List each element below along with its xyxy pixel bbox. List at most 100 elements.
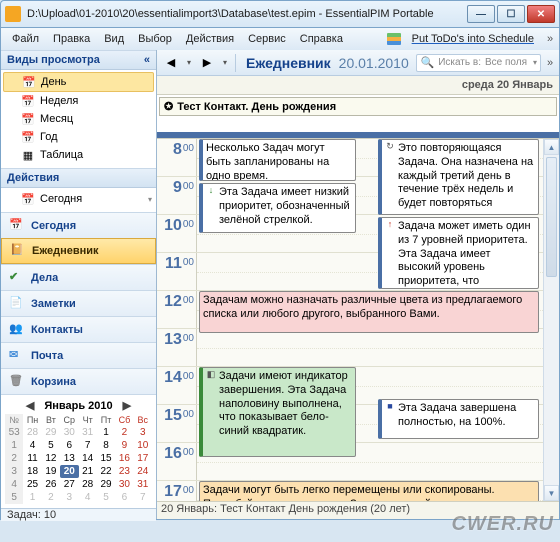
view-item-4[interactable]: ▦Таблица <box>1 146 156 164</box>
nav-fwd-drop[interactable]: ▾ <box>221 53 229 73</box>
view-item-1[interactable]: 📅Неделя <box>1 92 156 110</box>
vertical-scrollbar[interactable]: ▲ ▼ <box>543 139 559 501</box>
nav-back-drop[interactable]: ▾ <box>185 53 193 73</box>
cal-day[interactable]: 29 <box>42 426 60 439</box>
appointment[interactable]: ↓Эта Задача имеет низкий приоритет, обоз… <box>199 183 356 233</box>
cal-day[interactable]: 1 <box>97 426 115 439</box>
search-input[interactable] <box>485 57 529 68</box>
cal-day[interactable]: 11 <box>23 452 41 465</box>
appointment[interactable]: ■Эта Задача завершена полностью, на 100%… <box>378 399 539 439</box>
cal-day[interactable]: 26 <box>42 478 60 491</box>
cal-day[interactable]: 6 <box>60 439 78 452</box>
cal-day[interactable]: 5 <box>97 491 115 504</box>
cal-day[interactable]: 7 <box>134 491 152 504</box>
cal-day[interactable]: 1 <box>23 491 41 504</box>
cal-day[interactable]: 28 <box>23 426 41 439</box>
time-grid[interactable]: 8009001000110012001300140015001600170018… <box>157 139 559 501</box>
cal-day[interactable]: 23 <box>115 465 133 478</box>
content-footer: 20 Январь: Тест Контакт День рождения (2… <box>157 501 559 519</box>
cal-day[interactable]: 7 <box>79 439 97 452</box>
menu-edit[interactable]: Правка <box>46 30 97 48</box>
cal-day[interactable]: 18 <box>23 465 41 478</box>
dropdown-icon[interactable]: ▾ <box>533 58 537 67</box>
cal-day[interactable]: 19 <box>42 465 60 478</box>
cal-day[interactable]: 12 <box>42 452 60 465</box>
cal-day[interactable]: 14 <box>79 452 97 465</box>
nav-Ежедневник[interactable]: 📔Ежедневник <box>1 238 156 264</box>
scroll-track[interactable] <box>544 155 559 485</box>
scroll-down-button[interactable]: ▼ <box>544 485 559 501</box>
cal-day[interactable]: 5 <box>42 439 60 452</box>
cal-day[interactable]: 8 <box>97 439 115 452</box>
maximize-button[interactable]: ☐ <box>497 5 525 23</box>
cal-day[interactable]: 10 <box>134 439 152 452</box>
cal-next-button[interactable]: ▶ <box>119 399 135 412</box>
cal-day[interactable]: 16 <box>115 452 133 465</box>
nav-Контакты[interactable]: 👥Контакты <box>1 316 156 342</box>
allday-empty-row[interactable] <box>157 118 559 132</box>
allday-event[interactable]: ✪ Тест Контакт. День рождения <box>159 97 557 116</box>
cal-day[interactable]: 28 <box>79 478 97 491</box>
appointment[interactable]: ◧Задачи имеют индикатор завершения. Эта … <box>199 367 356 457</box>
cal-day[interactable]: 22 <box>97 465 115 478</box>
cal-day[interactable]: 9 <box>115 439 133 452</box>
menu-view[interactable]: Вид <box>97 30 131 48</box>
nav-Дела[interactable]: ✔Дела <box>1 264 156 290</box>
cal-day[interactable]: 6 <box>115 491 133 504</box>
nav-Сегодня[interactable]: 📅Сегодня <box>1 212 156 238</box>
menu-actions[interactable]: Действия <box>179 30 241 48</box>
appointment[interactable]: Задачам можно назначать различные цвета … <box>199 291 539 333</box>
appointment[interactable]: Несколько Задач могут быть запланированы… <box>199 139 356 181</box>
cal-day[interactable]: 25 <box>23 478 41 491</box>
cal-day[interactable]: 4 <box>23 439 41 452</box>
actions-header[interactable]: Действия <box>1 168 156 188</box>
toolbar-overflow-icon[interactable]: » <box>545 52 555 74</box>
toolbar-overflow-icon[interactable]: » <box>545 28 555 50</box>
hour-label: 1700 <box>157 481 197 501</box>
cal-day[interactable]: 31 <box>79 426 97 439</box>
close-button[interactable]: ✕ <box>527 5 555 23</box>
view-item-0[interactable]: 📅День <box>3 72 154 92</box>
cal-day[interactable]: 15 <box>97 452 115 465</box>
view-item-3[interactable]: 📅Год <box>1 128 156 146</box>
menu-help[interactable]: Справка <box>293 30 350 48</box>
cal-day[interactable]: 13 <box>60 452 78 465</box>
cal-day[interactable]: 3 <box>60 491 78 504</box>
search-box[interactable]: 🔍 Искать в: ▾ <box>416 54 541 72</box>
cal-day[interactable]: 24 <box>134 465 152 478</box>
mini-calendar-grid[interactable]: №ПнВтСрЧтПтСбВс5328293031123145678910211… <box>5 414 152 504</box>
scroll-up-button[interactable]: ▲ <box>544 139 559 155</box>
day-header[interactable]: среда 20 Январь <box>157 76 559 95</box>
minimize-button[interactable]: — <box>467 5 495 23</box>
cal-day[interactable]: 30 <box>115 478 133 491</box>
cal-day[interactable]: 29 <box>97 478 115 491</box>
cal-day[interactable]: 21 <box>79 465 97 478</box>
nav-Заметки[interactable]: 📄Заметки <box>1 290 156 316</box>
views-header[interactable]: Виды просмотра « <box>1 50 156 70</box>
cal-day[interactable]: 17 <box>134 452 152 465</box>
cal-prev-button[interactable]: ◀ <box>22 399 38 412</box>
cal-day[interactable]: 30 <box>60 426 78 439</box>
cal-day[interactable]: 2 <box>115 426 133 439</box>
cal-day[interactable]: 4 <box>79 491 97 504</box>
appointment[interactable]: ↑Задача может иметь один из 7 уровней пр… <box>378 217 539 289</box>
action-item-0[interactable]: 📅Сегодня▾ <box>1 190 156 208</box>
cal-day[interactable]: 3 <box>134 426 152 439</box>
menu-file[interactable]: Файл <box>5 30 46 48</box>
cal-day[interactable]: 31 <box>134 478 152 491</box>
put-todo-link[interactable]: Put ToDo's into Schedule <box>387 30 545 48</box>
cal-day[interactable]: 27 <box>60 478 78 491</box>
nav-Почта[interactable]: ✉Почта <box>1 342 156 368</box>
nav-Корзина[interactable]: 🗑Корзина <box>1 368 156 394</box>
appointment[interactable]: ↻Это повторяющаяся Задача. Она назначена… <box>378 139 539 215</box>
appointment[interactable]: Задачи могут быть легко перемещены или с… <box>199 481 539 501</box>
menu-bar: Файл Правка Вид Выбор Действия Сервис Сп… <box>0 28 560 50</box>
menu-service[interactable]: Сервис <box>241 30 293 48</box>
scroll-thumb[interactable] <box>546 157 557 277</box>
nav-back-button[interactable]: ◀ <box>161 53 181 73</box>
nav-fwd-button[interactable]: ▶ <box>197 53 217 73</box>
cal-day[interactable]: 2 <box>42 491 60 504</box>
menu-select[interactable]: Выбор <box>131 30 179 48</box>
view-item-2[interactable]: 📅Месяц <box>1 110 156 128</box>
cal-day[interactable]: 20 <box>60 465 78 478</box>
